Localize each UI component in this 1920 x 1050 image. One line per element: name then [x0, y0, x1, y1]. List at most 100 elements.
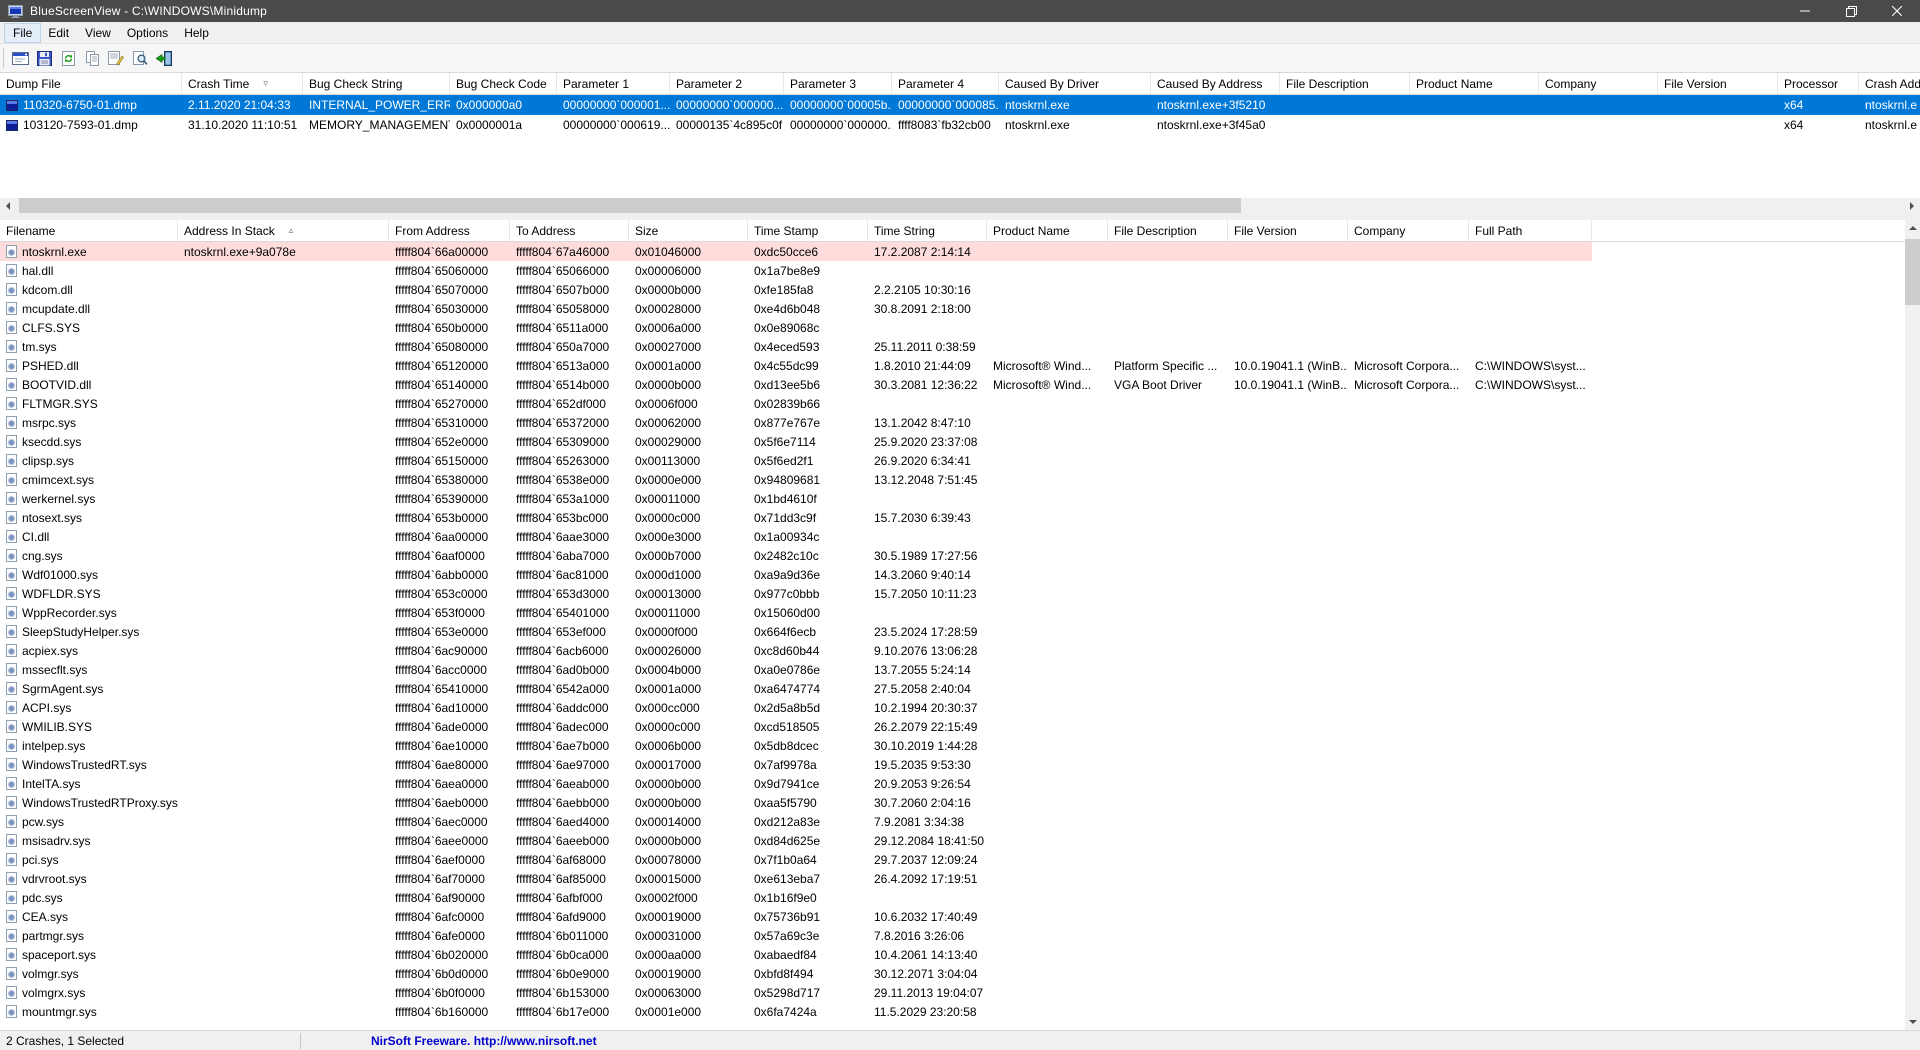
copy-icon[interactable] — [80, 46, 104, 70]
column-header-filename[interactable]: Filename — [0, 220, 178, 241]
table-row[interactable]: Wdf01000.sysfffff804`6abb0000fffff804`6a… — [0, 565, 1592, 584]
table-row[interactable]: WindowsTrustedRTProxy.sysfffff804`6aeb00… — [0, 793, 1592, 812]
column-header-parameter-2[interactable]: Parameter 2 — [670, 73, 784, 94]
menu-view[interactable]: View — [77, 24, 119, 42]
table-row[interactable]: mcupdate.dllfffff804`65030000fffff804`65… — [0, 299, 1592, 318]
scroll-right-arrow-icon[interactable] — [1905, 198, 1920, 213]
find-icon[interactable] — [128, 46, 152, 70]
scroll-left-arrow-icon[interactable] — [0, 198, 15, 213]
table-row[interactable]: hal.dllfffff804`65060000fffff804`6506600… — [0, 261, 1592, 280]
column-header-to-address[interactable]: To Address — [510, 220, 629, 241]
menu-help[interactable]: Help — [176, 24, 217, 42]
scroll-down-arrow-icon[interactable] — [1905, 1015, 1920, 1030]
column-header-company[interactable]: Company — [1539, 73, 1658, 94]
table-row[interactable]: clipsp.sysfffff804`65150000fffff804`6526… — [0, 451, 1592, 470]
column-header-caused-by-driver[interactable]: Caused By Driver — [999, 73, 1151, 94]
column-header-bug-check-string[interactable]: Bug Check String — [303, 73, 450, 94]
column-header-product-name[interactable]: Product Name — [987, 220, 1108, 241]
table-row[interactable]: msisadrv.sysfffff804`6aee0000fffff804`6a… — [0, 831, 1592, 850]
column-header-address-in-stack[interactable]: Address In Stack▵ — [178, 220, 389, 241]
table-row[interactable]: 103120-7593-01.dmp31.10.2020 11:10:51MEM… — [0, 115, 1920, 135]
refresh-icon[interactable] — [56, 46, 80, 70]
column-header-file-version[interactable]: File Version — [1228, 220, 1348, 241]
vertical-scrollbar-thumb[interactable] — [1905, 239, 1920, 305]
column-header-dump-file[interactable]: Dump File — [0, 73, 182, 94]
minimize-button[interactable] — [1782, 0, 1828, 22]
exit-icon[interactable] — [152, 46, 176, 70]
column-header-processor[interactable]: Processor — [1778, 73, 1859, 94]
scroll-up-arrow-icon[interactable] — [1905, 220, 1920, 235]
pane-splitter[interactable] — [0, 213, 1920, 220]
table-row[interactable]: CLFS.SYSfffff804`650b0000fffff804`6511a0… — [0, 318, 1592, 337]
column-header-file-version[interactable]: File Version — [1658, 73, 1778, 94]
menu-file[interactable]: File — [5, 24, 40, 42]
column-header-file-description[interactable]: File Description — [1108, 220, 1228, 241]
column-header-time-stamp[interactable]: Time Stamp — [748, 220, 868, 241]
column-header-company[interactable]: Company — [1348, 220, 1469, 241]
column-header-label: Time String — [874, 224, 935, 238]
column-header-time-string[interactable]: Time String — [868, 220, 987, 241]
table-row[interactable]: ntosext.sysfffff804`653b0000fffff804`653… — [0, 508, 1592, 527]
table-row[interactable]: pdc.sysfffff804`6af90000fffff804`6afbf00… — [0, 888, 1592, 907]
dump-properties-icon[interactable] — [8, 46, 32, 70]
table-row[interactable]: tm.sysfffff804`65080000fffff804`650a7000… — [0, 337, 1592, 356]
table-row[interactable]: mssecflt.sysfffff804`6acc0000fffff804`6a… — [0, 660, 1592, 679]
table-row[interactable]: WppRecorder.sysfffff804`653f0000fffff804… — [0, 603, 1592, 622]
cell-address-in-stack — [178, 888, 389, 907]
table-row[interactable]: werkernel.sysfffff804`65390000fffff804`6… — [0, 489, 1592, 508]
table-row[interactable]: ACPI.sysfffff804`6ad10000fffff804`6addc0… — [0, 698, 1592, 717]
table-row[interactable]: WDFLDR.SYSfffff804`653c0000fffff804`653d… — [0, 584, 1592, 603]
table-row[interactable]: cmimcext.sysfffff804`65380000fffff804`65… — [0, 470, 1592, 489]
column-header-file-description[interactable]: File Description — [1280, 73, 1410, 94]
horizontal-scrollbar[interactable] — [0, 198, 1920, 213]
cell-time-stamp: 0x1a00934c — [748, 527, 868, 546]
table-row[interactable]: partmgr.sysfffff804`6afe0000fffff804`6b0… — [0, 926, 1592, 945]
table-row[interactable]: mountmgr.sysfffff804`6b160000fffff804`6b… — [0, 1002, 1592, 1021]
table-row[interactable]: ntoskrnl.exentoskrnl.exe+9a078efffff804`… — [0, 242, 1592, 261]
table-row[interactable]: kdcom.dllfffff804`65070000fffff804`6507b… — [0, 280, 1592, 299]
column-header-product-name[interactable]: Product Name — [1410, 73, 1539, 94]
table-row[interactable]: CEA.sysfffff804`6afc0000fffff804`6afd900… — [0, 907, 1592, 926]
column-header-from-address[interactable]: From Address — [389, 220, 510, 241]
horizontal-scrollbar-thumb[interactable] — [19, 198, 1241, 213]
vertical-scrollbar[interactable] — [1905, 220, 1920, 1030]
table-row[interactable]: FLTMGR.SYSfffff804`65270000fffff804`652d… — [0, 394, 1592, 413]
cell-company — [1348, 774, 1469, 793]
table-row[interactable]: 110320-6750-01.dmp2.11.2020 21:04:33INTE… — [0, 95, 1920, 115]
menu-edit[interactable]: Edit — [40, 24, 77, 42]
table-row[interactable]: msrpc.sysfffff804`65310000fffff804`65372… — [0, 413, 1592, 432]
properties-icon[interactable] — [104, 46, 128, 70]
table-row[interactable]: WindowsTrustedRT.sysfffff804`6ae80000fff… — [0, 755, 1592, 774]
column-header-bug-check-code[interactable]: Bug Check Code — [450, 73, 557, 94]
column-header-parameter-4[interactable]: Parameter 4 — [892, 73, 999, 94]
table-row[interactable]: IntelTA.sysfffff804`6aea0000fffff804`6ae… — [0, 774, 1592, 793]
column-header-parameter-3[interactable]: Parameter 3 — [784, 73, 892, 94]
table-row[interactable]: pcw.sysfffff804`6aec0000fffff804`6aed400… — [0, 812, 1592, 831]
column-header-full-path[interactable]: Full Path — [1469, 220, 1592, 241]
table-row[interactable]: vdrvroot.sysfffff804`6af70000fffff804`6a… — [0, 869, 1592, 888]
table-row[interactable]: volmgr.sysfffff804`6b0d0000fffff804`6b0e… — [0, 964, 1592, 983]
table-row[interactable]: ksecdd.sysfffff804`652e0000fffff804`6530… — [0, 432, 1592, 451]
table-row[interactable]: pci.sysfffff804`6aef0000fffff804`6af6800… — [0, 850, 1592, 869]
table-row[interactable]: cng.sysfffff804`6aaf0000fffff804`6aba700… — [0, 546, 1592, 565]
menu-options[interactable]: Options — [119, 24, 176, 42]
save-icon[interactable] — [32, 46, 56, 70]
table-row[interactable]: SleepStudyHelper.sysfffff804`653e0000fff… — [0, 622, 1592, 641]
table-row[interactable]: BOOTVID.dllfffff804`65140000fffff804`651… — [0, 375, 1592, 394]
column-header-crash-add[interactable]: Crash Add — [1859, 73, 1920, 94]
column-header-crash-time[interactable]: Crash Time▿ — [182, 73, 303, 94]
column-header-caused-by-address[interactable]: Caused By Address — [1151, 73, 1280, 94]
restore-button[interactable] — [1828, 0, 1874, 22]
table-row[interactable]: SgrmAgent.sysfffff804`65410000fffff804`6… — [0, 679, 1592, 698]
table-row[interactable]: spaceport.sysfffff804`6b020000fffff804`6… — [0, 945, 1592, 964]
table-row[interactable]: PSHED.dllfffff804`65120000fffff804`6513a… — [0, 356, 1592, 375]
table-row[interactable]: WMILIB.SYSfffff804`6ade0000fffff804`6ade… — [0, 717, 1592, 736]
nirsoft-link[interactable]: NirSoft Freeware. http://www.nirsoft.net — [371, 1034, 597, 1048]
table-row[interactable]: acpiex.sysfffff804`6ac90000fffff804`6acb… — [0, 641, 1592, 660]
close-button[interactable] — [1874, 0, 1920, 22]
table-row[interactable]: intelpep.sysfffff804`6ae10000fffff804`6a… — [0, 736, 1592, 755]
column-header-parameter-1[interactable]: Parameter 1 — [557, 73, 670, 94]
table-row[interactable]: volmgrx.sysfffff804`6b0f0000fffff804`6b1… — [0, 983, 1592, 1002]
table-row[interactable]: CI.dllfffff804`6aa00000fffff804`6aae3000… — [0, 527, 1592, 546]
column-header-size[interactable]: Size — [629, 220, 748, 241]
